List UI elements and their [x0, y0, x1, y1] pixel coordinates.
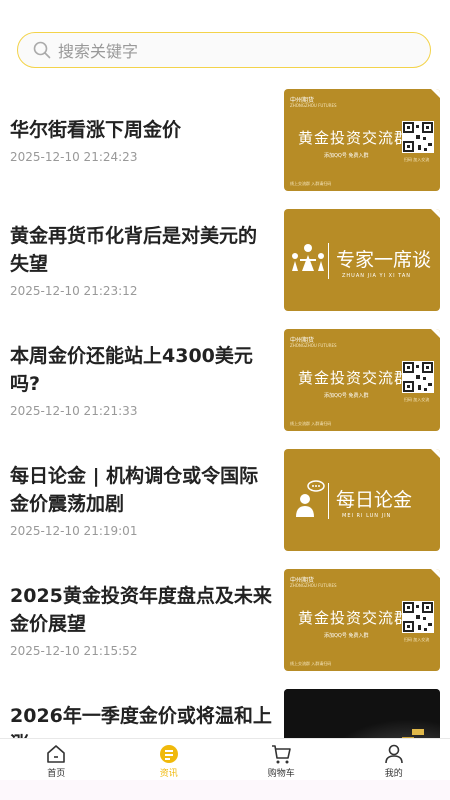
article-title[interactable]: 华尔街看涨下周金价 — [10, 116, 272, 144]
thumb-subtext: 添加QQ号 免费入群 — [324, 633, 369, 639]
qr-caption: 扫码 加入交流 — [404, 157, 430, 162]
thumb-subtext: 添加QQ号 免费入群 — [324, 153, 369, 159]
article-title[interactable]: 黄金再货币化背后是对美元的失望 — [10, 222, 272, 278]
speaker-icon — [294, 479, 326, 523]
tab-label: 首页 — [47, 769, 66, 779]
thumb-brand-en: ZHONGZHOU FUTURES — [290, 343, 337, 348]
tab-bar: 首页 资讯 购物车 我的 — [0, 738, 450, 781]
list-item[interactable]: 本周金价还能站上4300美元吗? 2025-12-10 21:21:33 中州期… — [0, 329, 450, 433]
thumb-footnote: 线上交流群 入群请扫码 — [290, 181, 332, 186]
tab-home[interactable]: 首页 — [0, 739, 113, 781]
home-icon — [47, 745, 66, 763]
article-thumbnail[interactable]: 每日论金 MEI RI LUN JIN — [284, 449, 440, 551]
tab-label: 我的 — [384, 769, 403, 779]
list-item[interactable]: 每日论金 | 机构调仓或令国际金价震荡加剧 2025-12-10 21:19:0… — [0, 449, 450, 553]
tab-label: 资讯 — [159, 769, 178, 779]
article-title[interactable]: 2025黄金投资年度盘点及未来金价展望 — [10, 582, 272, 638]
article-thumbnail[interactable]: 专家一席谈 ZHUAN JIA YI XI TAN — [284, 209, 440, 311]
tab-cart[interactable]: 购物车 — [225, 739, 338, 781]
thumb-text: 专家一席谈 — [336, 249, 432, 271]
article-thumbnail[interactable] — [284, 689, 440, 738]
thumb-text: 黄金投资交流群 — [298, 129, 411, 147]
tab-news[interactable]: 资讯 — [113, 739, 226, 781]
qr-caption: 扫码 加入交流 — [404, 637, 430, 642]
gold-coins-icon — [284, 689, 440, 738]
article-date: 2025-12-10 21:23:12 — [10, 284, 138, 298]
search-icon — [32, 40, 52, 60]
article-title[interactable]: 本周金价还能站上4300美元吗? — [10, 342, 272, 398]
article-thumbnail[interactable]: 中州期货 ZHONGZHOU FUTURES 黄金投资交流群 添加QQ号 免费入… — [284, 569, 440, 671]
list-item[interactable]: 华尔街看涨下周金价 2025-12-10 21:24:23 中州期货 ZHONG… — [0, 89, 450, 193]
thumb-subtext: 添加QQ号 免费入群 — [324, 393, 369, 399]
article-date: 2025-12-10 21:24:23 — [10, 150, 138, 164]
thumb-brand-en: ZHONGZHOU FUTURES — [290, 103, 337, 108]
user-icon — [384, 744, 403, 764]
tab-profile[interactable]: 我的 — [338, 739, 450, 781]
article-date: 2025-12-10 21:15:52 — [10, 644, 138, 658]
thumb-text: 黄金投资交流群 — [298, 609, 411, 627]
qr-code-icon — [402, 121, 434, 153]
article-thumbnail[interactable]: 中州期货 ZHONGZHOU FUTURES 黄金投资交流群 添加QQ号 免费入… — [284, 329, 440, 431]
article-title[interactable]: 2026年一季度金价或将温和上涨 — [10, 702, 272, 738]
search-placeholder: 搜索关键字 — [58, 42, 139, 61]
article-date: 2025-12-10 21:19:01 — [10, 524, 138, 538]
search-bar[interactable]: 搜索关键字 — [17, 32, 431, 68]
meeting-icon — [290, 241, 326, 281]
cart-icon — [272, 745, 292, 764]
article-date: 2025-12-10 21:21:33 — [10, 404, 138, 418]
qr-code-icon — [402, 361, 434, 393]
thumb-subtext: ZHUAN JIA YI XI TAN — [342, 273, 411, 279]
news-icon — [159, 745, 178, 763]
thumb-footnote: 线上交流群 入群请扫码 — [290, 421, 332, 426]
system-nav-area — [0, 780, 450, 800]
list-item[interactable]: 黄金再货币化背后是对美元的失望 2025-12-10 21:23:12 专家一席… — [0, 209, 450, 313]
article-title[interactable]: 每日论金 | 机构调仓或令国际金价震荡加剧 — [10, 462, 272, 518]
news-list: 华尔街看涨下周金价 2025-12-10 21:24:23 中州期货 ZHONG… — [0, 88, 450, 738]
thumb-footnote: 线上交流群 入群请扫码 — [290, 661, 332, 666]
list-item[interactable]: 2025黄金投资年度盘点及未来金价展望 2025-12-10 21:15:52 … — [0, 569, 450, 673]
thumb-text: 黄金投资交流群 — [298, 369, 411, 387]
qr-code-icon — [402, 601, 434, 633]
list-item[interactable]: 2026年一季度金价或将温和上涨 — [0, 689, 450, 738]
article-thumbnail[interactable]: 中州期货 ZHONGZHOU FUTURES 黄金投资交流群 添加QQ号 免费入… — [284, 89, 440, 191]
qr-caption: 扫码 加入交流 — [404, 397, 430, 402]
tab-label: 购物车 — [267, 769, 295, 779]
thumb-text: 每日论金 — [336, 489, 413, 511]
thumb-brand-en: ZHONGZHOU FUTURES — [290, 583, 337, 588]
thumb-subtext: MEI RI LUN JIN — [342, 513, 392, 519]
